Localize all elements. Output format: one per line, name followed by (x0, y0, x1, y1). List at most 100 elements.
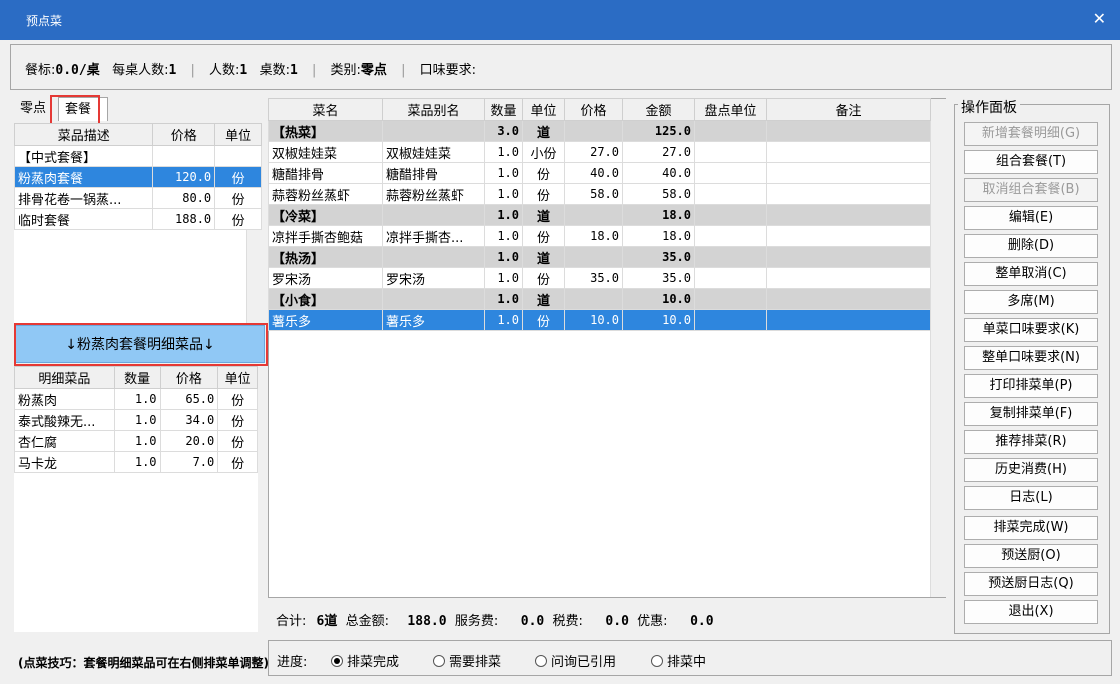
dish-row-selected[interactable]: 薯乐多 薯乐多 1.0 份 10.0 10.0 (268, 309, 931, 331)
dish-name: 糖醋排骨 (268, 162, 383, 184)
op-button-6[interactable]: 多席(M) (964, 290, 1098, 314)
table-row[interactable]: 泰式酸辣无... 1.0 34.0 份 (14, 409, 258, 431)
column-header[interactable]: 单位 (217, 366, 258, 389)
setmeal-unit: 份 (214, 208, 262, 230)
dish-amount: 58.0 (622, 183, 695, 205)
dish-alias: 薯乐多 (382, 309, 485, 331)
dish-name: 【小食】 (268, 288, 383, 310)
op-button-7[interactable]: 单菜口味要求(K) (964, 318, 1098, 342)
op-button-10[interactable]: 复制排菜单(F) (964, 402, 1098, 426)
close-icon[interactable]: ✕ (1093, 9, 1106, 28)
radio-label: 排菜中 (667, 655, 707, 670)
dish-unit: 道 (522, 120, 565, 142)
column-header[interactable]: 数量 (113, 366, 161, 389)
dish-row[interactable]: 糖醋排骨 糖醋排骨 1.0 份 40.0 40.0 (268, 162, 931, 184)
dish-group-row[interactable]: 【热汤】 1.0 道 35.0 (268, 246, 931, 268)
dish-row[interactable]: 罗宋汤 罗宋汤 1.0 份 35.0 35.0 (268, 267, 931, 289)
service-label: 服务费: (454, 614, 499, 629)
op-button-2[interactable]: 取消组合套餐(B) (964, 178, 1098, 202)
table-row[interactable]: 杏仁腐 1.0 20.0 份 (14, 430, 258, 452)
op-button-12[interactable]: 历史消费(H) (964, 458, 1098, 482)
dish-price: 18.0 (564, 225, 623, 247)
op-button-14[interactable]: 排菜完成(W) (964, 516, 1098, 540)
dish-group-row[interactable]: 【冷菜】 1.0 道 18.0 (268, 204, 931, 226)
op-button-0[interactable]: 新增套餐明细(G) (964, 122, 1098, 146)
detail-name: 泰式酸辣无... (14, 409, 115, 431)
dish-remark (766, 246, 931, 268)
table-header-row: 明细菜品 数量 价格 单位 (14, 366, 258, 389)
op-button-1[interactable]: 组合套餐(T) (964, 150, 1098, 174)
column-header[interactable]: 数量 (484, 98, 523, 121)
op-button-5[interactable]: 整单取消(C) (964, 262, 1098, 286)
column-header[interactable]: 单位 (214, 123, 262, 146)
amount-label: 总金额: (345, 614, 390, 629)
column-header[interactable]: 价格 (159, 366, 219, 389)
dish-alias: 凉拌手撕杏... (382, 225, 485, 247)
tab-taocan[interactable]: 套餐 (58, 97, 108, 121)
dish-stock-unit (694, 141, 767, 163)
op-button-11[interactable]: 推荐排菜(R) (964, 430, 1098, 454)
op-button-15[interactable]: 预送厨(O) (964, 544, 1098, 568)
detail-unit: 份 (217, 409, 258, 431)
column-header[interactable]: 单位 (522, 98, 565, 121)
dish-row[interactable]: 蒜蓉粉丝蒸虾 蒜蓉粉丝蒸虾 1.0 份 58.0 58.0 (268, 183, 931, 205)
dish-row[interactable]: 凉拌手撕杏鲍菇 凉拌手撕杏... 1.0 份 18.0 18.0 (268, 225, 931, 247)
radio-paicai-wancheng[interactable]: 排菜完成 (331, 651, 399, 670)
column-header[interactable]: 价格 (564, 98, 623, 121)
table-row[interactable]: 【中式套餐】 (13, 145, 262, 167)
column-header[interactable]: 金额 (622, 98, 695, 121)
dish-amount: 18.0 (622, 225, 695, 247)
tables-label: 桌数: (259, 63, 291, 78)
radio-wenxun-yiyinyong[interactable]: 问询已引用 (535, 651, 616, 670)
radio-xuyao-paicai[interactable]: 需要排菜 (433, 651, 501, 670)
dish-unit: 份 (522, 225, 565, 247)
dish-row[interactable]: 双椒娃娃菜 双椒娃娃菜 1.0 小份 27.0 27.0 (268, 141, 931, 163)
op-button-17[interactable]: 退出(X) (964, 600, 1098, 624)
radio-checked-icon (331, 655, 343, 667)
table-row[interactable]: 粉蒸肉 1.0 65.0 份 (14, 388, 258, 410)
table-row[interactable]: 马卡龙 1.0 7.0 份 (14, 451, 258, 473)
op-button-13[interactable]: 日志(L) (964, 486, 1098, 510)
setmeal-price: 188.0 (152, 208, 216, 230)
column-header[interactable]: 价格 (152, 123, 216, 146)
op-button-16[interactable]: 预送厨日志(Q) (964, 572, 1098, 596)
dish-name: 【冷菜】 (268, 204, 383, 226)
column-header[interactable]: 明细菜品 (14, 366, 115, 389)
dish-qty: 1.0 (484, 141, 523, 163)
dish-remark (766, 120, 931, 142)
dish-alias (382, 288, 485, 310)
table-row[interactable]: 临时套餐 188.0 份 (13, 208, 262, 230)
column-header[interactable]: 菜品描述 (13, 123, 154, 146)
dish-price (564, 288, 623, 310)
column-header[interactable]: 菜品别名 (382, 98, 485, 121)
dish-stock-unit (694, 288, 767, 310)
setmeal-name: 粉蒸肉套餐 (13, 166, 154, 188)
setmeal-detail-button[interactable]: ↓粉蒸肉套餐明细菜品↓ (15, 325, 265, 363)
dish-group-row[interactable]: 【小食】 1.0 道 10.0 (268, 288, 931, 310)
op-button-9[interactable]: 打印排菜单(P) (964, 374, 1098, 398)
dish-list-scrollbar[interactable] (930, 99, 946, 597)
op-button-3[interactable]: 编辑(E) (964, 206, 1098, 230)
dish-name: 凉拌手撕杏鲍菇 (268, 225, 383, 247)
column-header[interactable]: 菜名 (268, 98, 383, 121)
setmeal-table: 菜品描述 价格 单位 【中式套餐】 粉蒸肉套餐 120.0 份 排骨花卷一锅蒸.… (13, 123, 262, 230)
column-header[interactable]: 备注 (766, 98, 931, 121)
radio-paicai-zhong[interactable]: 排菜中 (651, 651, 706, 670)
progress-label: 进度: (277, 655, 308, 670)
tables-value: 1 (290, 63, 298, 78)
taste-label: 口味要求: (419, 63, 476, 78)
dish-name: 双椒娃娃菜 (268, 141, 383, 163)
tab-lingdian[interactable]: 零点 (14, 97, 56, 121)
people-value: 1 (239, 63, 248, 78)
table-row-selected[interactable]: 粉蒸肉套餐 120.0 份 (13, 166, 262, 188)
setmeal-name: 【中式套餐】 (13, 145, 154, 167)
column-header[interactable]: 盘点单位 (694, 98, 767, 121)
op-button-8[interactable]: 整单口味要求(N) (964, 346, 1098, 370)
dish-name: 蒜蓉粉丝蒸虾 (268, 183, 383, 205)
radio-label: 需要排菜 (449, 655, 502, 670)
setmeal-price (152, 145, 216, 167)
dish-group-row[interactable]: 【热菜】 3.0 道 125.0 (268, 120, 931, 142)
table-row[interactable]: 排骨花卷一锅蒸... 80.0 份 (13, 187, 262, 209)
op-button-4[interactable]: 删除(D) (964, 234, 1098, 258)
dish-qty: 1.0 (484, 162, 523, 184)
